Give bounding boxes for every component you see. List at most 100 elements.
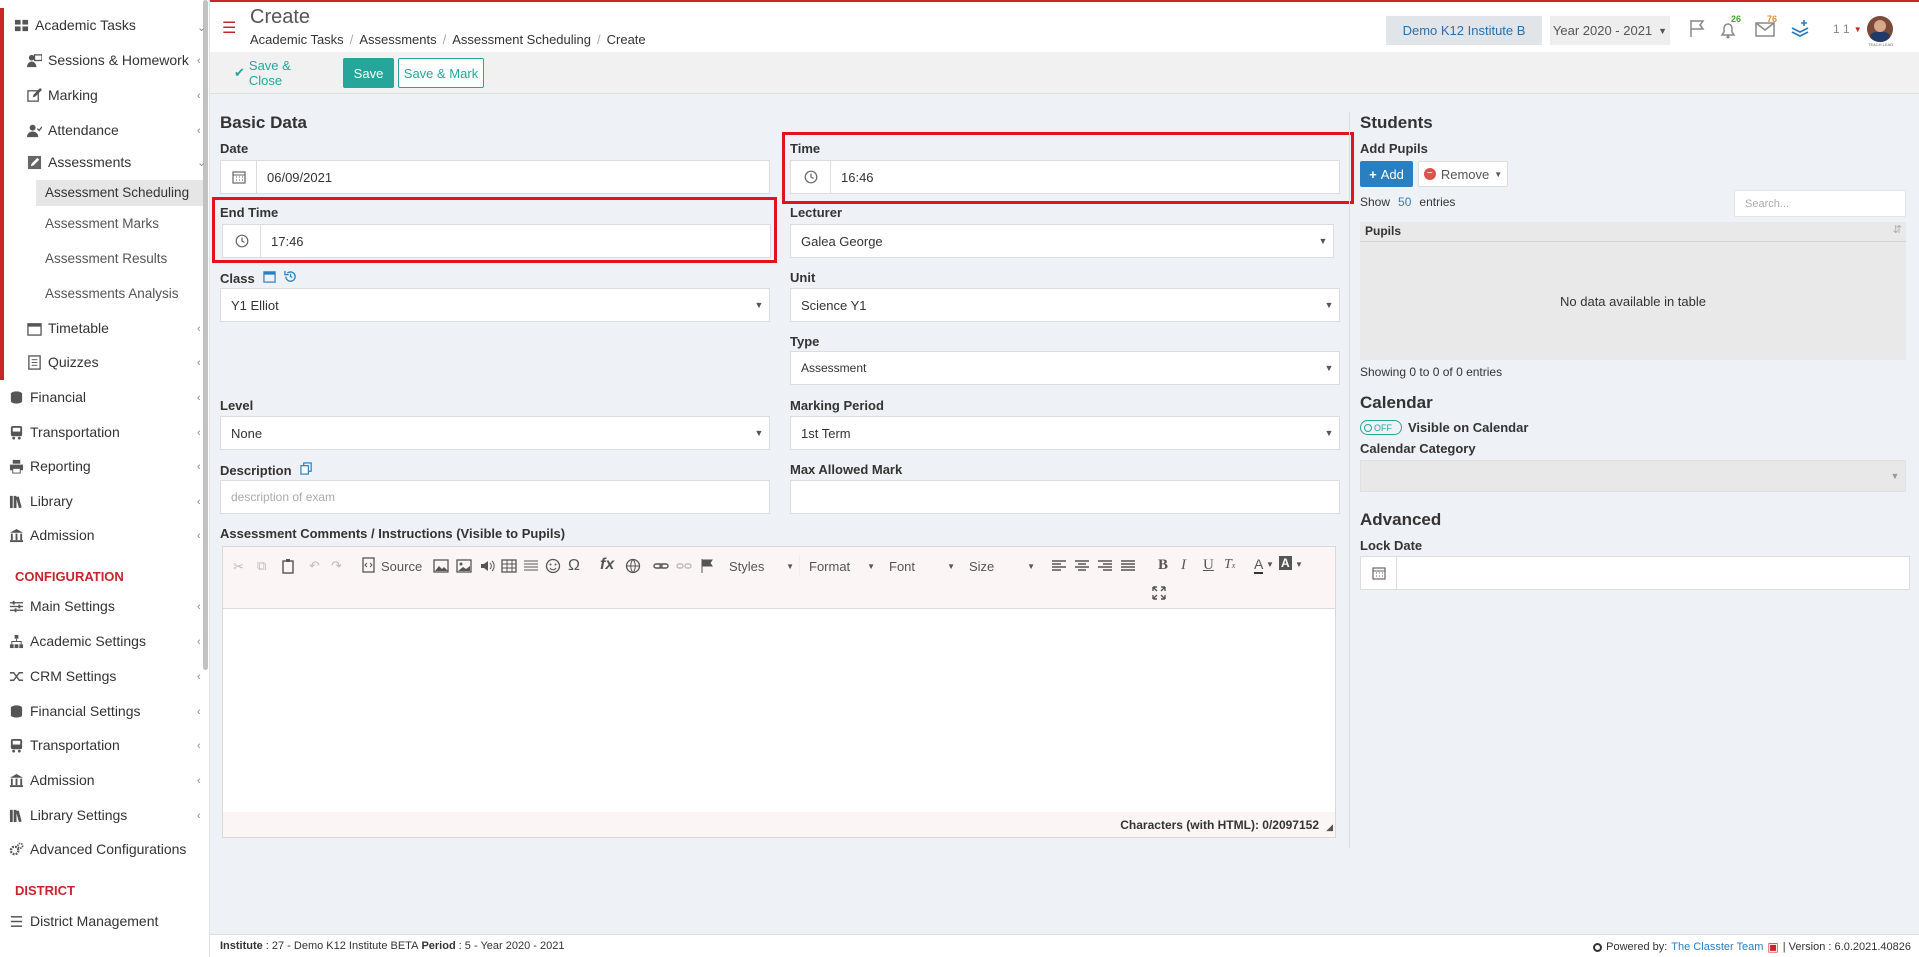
sidebar-item-sessions-homework[interactable]: Sessions & Homework bbox=[27, 52, 189, 68]
year-selector[interactable]: Year 2020 - 2021 ▼ bbox=[1550, 16, 1670, 45]
lecturer-select[interactable]: Galea George ▼ bbox=[790, 224, 1334, 258]
unit-select[interactable]: Science Y1 ▼ bbox=[790, 288, 1340, 322]
align-right-icon[interactable] bbox=[1097, 558, 1113, 574]
text-color-icon[interactable]: A bbox=[1254, 556, 1264, 574]
caret-down-icon[interactable]: ▼ bbox=[1295, 560, 1303, 569]
image-gallery-icon[interactable] bbox=[456, 558, 472, 574]
italic-icon[interactable]: I bbox=[1181, 557, 1186, 574]
calendar-icon[interactable] bbox=[221, 161, 257, 193]
sidebar-item-assessments[interactable]: Assessments bbox=[27, 154, 131, 170]
sidebar-item-attendance[interactable]: Attendance bbox=[27, 122, 119, 138]
sidebar-item-financial-settings[interactable]: Financial Settings bbox=[9, 703, 141, 719]
sidebar-item-quizzes[interactable]: Quizzes bbox=[27, 354, 99, 370]
pupils-column-header[interactable]: Pupils bbox=[1365, 224, 1401, 238]
horizontal-line-icon[interactable] bbox=[523, 558, 539, 574]
table-icon[interactable] bbox=[501, 558, 517, 574]
avatar[interactable] bbox=[1867, 16, 1893, 42]
editor-content-area[interactable] bbox=[223, 609, 1335, 809]
footer-powered-link[interactable]: The Classter Team bbox=[1671, 941, 1763, 953]
format-dropdown[interactable]: Format ▼ bbox=[804, 555, 880, 577]
layers-icon[interactable] bbox=[1790, 19, 1810, 42]
sidebar-item-advanced-configurations[interactable]: Advanced Configurations bbox=[9, 841, 186, 857]
globe-icon[interactable] bbox=[625, 558, 641, 574]
sidebar-scrollbar[interactable] bbox=[203, 0, 208, 670]
audio-icon[interactable] bbox=[479, 558, 495, 574]
smiley-icon[interactable] bbox=[545, 558, 561, 574]
breadcrumb-item[interactable]: Academic Tasks bbox=[250, 32, 344, 47]
caret-down-icon[interactable]: ▼ bbox=[1266, 560, 1274, 569]
image-icon[interactable] bbox=[433, 558, 449, 574]
sidebar-item-crm-settings[interactable]: CRM Settings bbox=[9, 668, 116, 684]
calendar-icon[interactable] bbox=[263, 270, 276, 286]
source-button[interactable]: Source bbox=[361, 557, 422, 576]
sidebar-item-timetable[interactable]: Timetable bbox=[27, 320, 109, 336]
level-select[interactable]: None ▼ bbox=[220, 416, 770, 450]
menu-toggle-icon[interactable]: ☰ bbox=[222, 21, 236, 37]
sidebar-item-financial[interactable]: Financial bbox=[9, 389, 86, 405]
lock-date-field[interactable] bbox=[1360, 556, 1910, 590]
calendar-category-select[interactable]: ▼ bbox=[1360, 460, 1906, 492]
anchor-flag-icon[interactable] bbox=[699, 558, 715, 574]
add-pupil-button[interactable]: + Add bbox=[1360, 161, 1413, 187]
institute-selector[interactable]: Demo K12 Institute B bbox=[1386, 16, 1542, 45]
marking-period-select[interactable]: 1st Term ▼ bbox=[790, 416, 1340, 450]
sidebar-item-reporting[interactable]: Reporting bbox=[9, 458, 91, 474]
sidebar-item-academic-settings[interactable]: Academic Settings bbox=[9, 633, 146, 649]
maximize-icon[interactable] bbox=[1151, 585, 1167, 601]
pupils-search-input[interactable]: Search... bbox=[1734, 190, 1906, 217]
sidebar-item-assessments-analysis[interactable]: Assessments Analysis bbox=[45, 286, 179, 301]
font-dropdown[interactable]: Font ▼ bbox=[884, 555, 960, 577]
sort-icon[interactable]: ⇵ bbox=[1893, 223, 1902, 236]
visible-calendar-toggle[interactable]: OFF bbox=[1360, 420, 1402, 435]
sidebar-item-marking[interactable]: Marking bbox=[27, 87, 98, 103]
sidebar-item-academic-tasks[interactable]: Academic Tasks bbox=[14, 17, 136, 33]
bold-icon[interactable]: B bbox=[1158, 557, 1168, 574]
size-dropdown[interactable]: Size ▼ bbox=[964, 555, 1040, 577]
breadcrumb-item[interactable]: Assessments bbox=[359, 32, 436, 47]
undo-icon[interactable]: ↶ bbox=[309, 558, 320, 574]
calendar-icon[interactable] bbox=[1361, 557, 1397, 589]
remove-format-icon[interactable]: Tx bbox=[1224, 557, 1235, 573]
link-icon[interactable] bbox=[653, 558, 669, 574]
max-mark-input[interactable] bbox=[790, 480, 1340, 514]
underline-icon[interactable]: U bbox=[1203, 557, 1214, 574]
sidebar-item-transportation-settings[interactable]: Transportation bbox=[9, 737, 120, 753]
cut-icon[interactable]: ✂ bbox=[233, 559, 244, 575]
save-button[interactable]: Save bbox=[343, 58, 394, 88]
math-formula-icon[interactable]: fx bbox=[600, 556, 614, 574]
sidebar-item-admission[interactable]: Admission bbox=[9, 527, 95, 543]
class-select[interactable]: Y1 Elliot ▼ bbox=[220, 288, 770, 322]
unlink-icon[interactable] bbox=[676, 558, 692, 574]
paste-icon[interactable] bbox=[280, 558, 296, 574]
copy-icon[interactable]: ⧉ bbox=[257, 558, 266, 574]
sidebar-item-district-management[interactable]: District Management bbox=[9, 913, 158, 929]
sidebar-item-assessment-scheduling[interactable]: Assessment Scheduling bbox=[45, 185, 189, 200]
sidebar-item-assessment-results[interactable]: Assessment Results bbox=[45, 251, 167, 266]
entries-select[interactable]: 50 bbox=[1398, 195, 1411, 209]
history-icon[interactable] bbox=[283, 270, 297, 286]
sidebar-item-assessment-marks[interactable]: Assessment Marks bbox=[45, 216, 159, 231]
remove-pupil-button[interactable]: − Remove ▼ bbox=[1418, 161, 1508, 187]
description-input[interactable]: description of exam bbox=[220, 480, 770, 514]
sidebar-item-library[interactable]: Library bbox=[9, 493, 73, 509]
align-justify-icon[interactable] bbox=[1120, 558, 1136, 574]
sidebar-item-admission-settings[interactable]: Admission bbox=[9, 772, 95, 788]
save-close-button[interactable]: ✔ Save & Close bbox=[234, 58, 324, 88]
background-color-icon[interactable]: A bbox=[1279, 556, 1292, 570]
sidebar-item-main-settings[interactable]: Main Settings bbox=[9, 598, 115, 614]
user-menu[interactable]: 1 1 ▼ bbox=[1833, 22, 1862, 36]
align-center-icon[interactable] bbox=[1074, 558, 1090, 574]
align-left-icon[interactable] bbox=[1051, 558, 1067, 574]
save-mark-button[interactable]: Save & Mark bbox=[398, 58, 484, 88]
sidebar-item-transportation[interactable]: Transportation bbox=[9, 424, 120, 440]
flag-icon[interactable] bbox=[1688, 18, 1708, 41]
resize-handle-icon[interactable]: ◢ bbox=[1326, 822, 1333, 833]
type-select[interactable]: Assessment ▼ bbox=[790, 351, 1340, 385]
redo-icon[interactable]: ↷ bbox=[331, 558, 342, 574]
styles-dropdown[interactable]: Styles ▼ bbox=[724, 555, 800, 577]
breadcrumb-item[interactable]: Assessment Scheduling bbox=[452, 32, 591, 47]
date-field[interactable]: 06/09/2021 bbox=[220, 160, 770, 194]
sidebar-item-library-settings[interactable]: Library Settings bbox=[9, 807, 127, 823]
omega-icon[interactable]: Ω bbox=[568, 557, 580, 575]
copy-icon[interactable] bbox=[299, 462, 313, 478]
